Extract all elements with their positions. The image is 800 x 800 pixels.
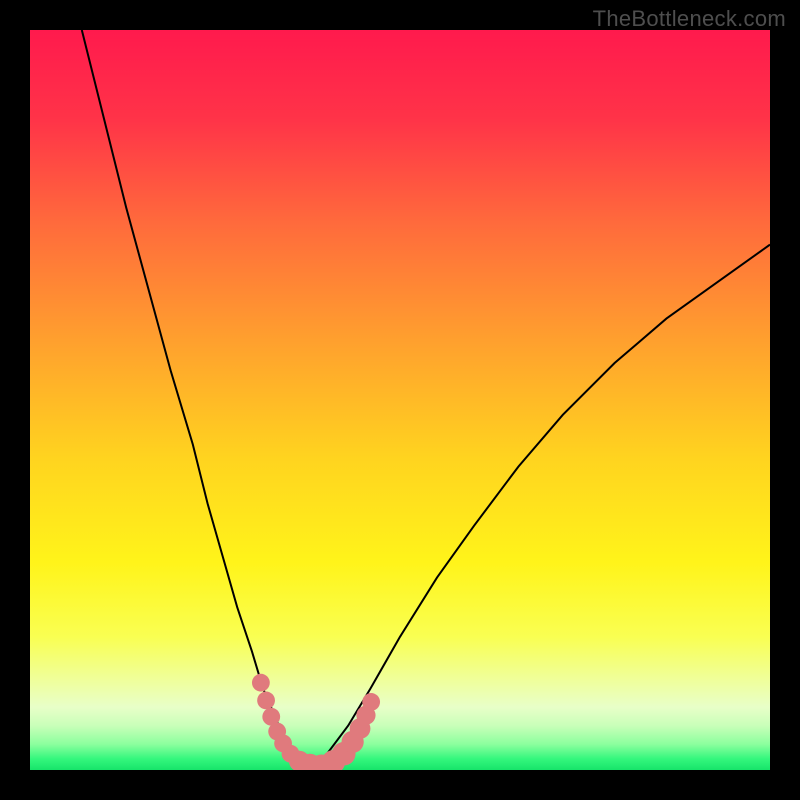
chart-frame: TheBottleneck.com xyxy=(0,0,800,800)
data-marker xyxy=(257,692,275,710)
left-curve xyxy=(82,30,311,769)
right-curve xyxy=(311,245,770,769)
curve-layer xyxy=(30,30,770,770)
marker-group xyxy=(252,674,380,770)
plot-area xyxy=(30,30,770,770)
data-marker xyxy=(362,693,380,711)
data-marker xyxy=(252,674,270,692)
watermark-text: TheBottleneck.com xyxy=(593,6,786,32)
